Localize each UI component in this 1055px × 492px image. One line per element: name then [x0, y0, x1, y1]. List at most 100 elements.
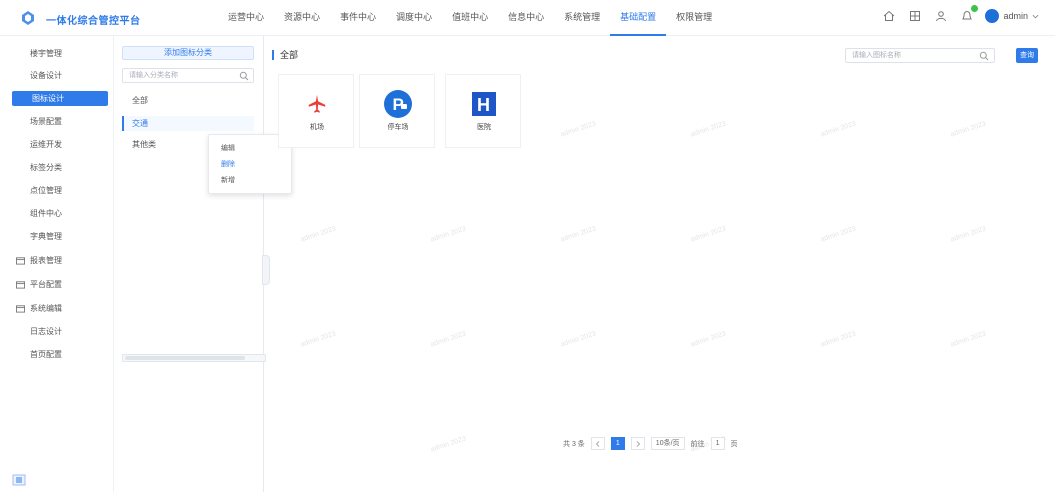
icon-card[interactable]: P 停车场: [359, 74, 435, 148]
sidebar-item-log-design[interactable]: 日志设计: [12, 324, 108, 339]
sidebar-item-label: 平台配置: [30, 280, 62, 289]
chevron-right-icon: [636, 440, 641, 447]
context-menu-add[interactable]: 新增: [221, 175, 235, 187]
sidebar-item-component-center[interactable]: 组件中心: [12, 206, 108, 221]
watermark: admin 2023: [949, 120, 987, 139]
sidebar-item-icon-design[interactable]: 图标设计: [12, 91, 108, 106]
watermark: admin 2023: [429, 225, 467, 244]
sidebar-item-point-manage[interactable]: 点位管理: [12, 183, 108, 198]
watermark: admin 2023: [559, 225, 597, 244]
goto-page-input[interactable]: 1: [710, 437, 725, 450]
hospital-icon: H: [469, 89, 499, 119]
icon-card-label: 机场: [310, 124, 324, 131]
grid-icon[interactable]: [907, 8, 923, 24]
user-name: admin: [1003, 11, 1028, 21]
notification-badge: [971, 5, 979, 12]
svg-text:H: H: [477, 95, 490, 115]
nav-item-dispatch[interactable]: 调度中心: [386, 0, 442, 36]
watermark: admin 2023: [819, 225, 857, 244]
nav-item-permissions[interactable]: 权限管理: [666, 0, 722, 36]
icon-card[interactable]: H 医院: [445, 74, 521, 148]
sidebar-item-label: 报表管理: [30, 256, 62, 265]
pagination: 共 3 条 1 10条/页 前往 1 页: [563, 437, 738, 450]
sidebar-item-home-config[interactable]: 首页配置: [12, 347, 108, 362]
chevron-left-icon: [595, 440, 600, 447]
watermark: admin 2023: [689, 225, 727, 244]
category-search-placeholder: 请输入分类名称: [129, 72, 178, 79]
nav-item-operations[interactable]: 运营中心: [218, 0, 274, 36]
sidebar-item-ops-dev[interactable]: 运维开发: [12, 137, 108, 152]
next-page-button[interactable]: [630, 437, 645, 450]
page-number-button[interactable]: 1: [610, 437, 625, 450]
category-tree-item-traffic[interactable]: 交通: [122, 116, 254, 131]
sidebar-item-dictionary[interactable]: 字典管理: [12, 229, 108, 244]
avatar: [985, 9, 1000, 23]
icon-card-label: 停车场: [387, 124, 409, 131]
watermark: admin 2023: [429, 435, 467, 454]
watermark: admin 2023: [299, 330, 337, 349]
sidebar-item-device-design[interactable]: 设备设计: [12, 68, 108, 83]
goto-label: 前往: [690, 440, 705, 448]
notification-icon[interactable]: [959, 5, 979, 24]
search-icon[interactable]: [239, 71, 249, 81]
icon-card[interactable]: 机场: [278, 74, 354, 148]
horizontal-scrollbar[interactable]: [122, 354, 266, 362]
icon-search-placeholder: 请输入图标名称: [852, 52, 901, 59]
icon-search-input[interactable]: 请输入图标名称: [845, 48, 995, 63]
section-title: 全部: [272, 50, 298, 60]
category-panel: 添加图标分类 请输入分类名称 全部 交通 其他类: [114, 36, 266, 492]
main-content: admin 2023 admin 2023 admin 2023 admin 2…: [270, 36, 1055, 492]
search-icon[interactable]: [979, 51, 989, 61]
watermark: admin 2023: [819, 120, 857, 139]
sidebar-item-platform-config[interactable]: 平台配置: [12, 277, 108, 292]
watermark: admin 2023: [819, 330, 857, 349]
nav-item-info[interactable]: 信息中心: [498, 0, 554, 36]
header-tools: admin: [881, 5, 1039, 24]
sidebar-item-label: 系统编辑: [30, 304, 62, 313]
logo-icon: [22, 11, 34, 25]
sidebar-item-reports[interactable]: 报表管理: [12, 253, 108, 268]
app-title: 一体化综合管控平台: [46, 16, 141, 27]
context-menu-edit[interactable]: 编辑: [221, 143, 235, 155]
panel-collapse-handle[interactable]: [262, 255, 270, 285]
sidebar-item-building[interactable]: 楼宇管理: [12, 46, 108, 61]
page-size-select[interactable]: 10条/页: [650, 437, 685, 450]
nav-item-duty[interactable]: 值班中心: [442, 0, 498, 36]
scrollbar-thumb[interactable]: [125, 356, 245, 360]
user-menu[interactable]: admin: [985, 9, 1039, 23]
watermark: admin 2023: [949, 225, 987, 244]
nav-item-events[interactable]: 事件中心: [330, 0, 386, 36]
collapse-menu-icon[interactable]: [12, 474, 26, 486]
sidebar-item-tag-category[interactable]: 标签分类: [12, 160, 108, 175]
query-button[interactable]: 查询: [1016, 48, 1038, 63]
pagination-total: 共 3 条: [563, 440, 585, 448]
parking-icon: P: [383, 89, 413, 119]
goto-suffix: 页: [730, 440, 738, 448]
category-search-input[interactable]: 请输入分类名称: [122, 68, 254, 83]
home-icon[interactable]: [881, 8, 897, 24]
watermark: admin 2023: [429, 330, 467, 349]
sidebar-item-system-edit[interactable]: 系统编辑: [12, 301, 108, 316]
watermark: admin 2023: [689, 330, 727, 349]
watermark: admin 2023: [689, 120, 727, 139]
prev-page-button[interactable]: [590, 437, 605, 450]
nav-item-basic-config[interactable]: 基础配置: [610, 0, 667, 36]
folder-icon: [16, 257, 25, 265]
user-settings-icon[interactable]: [933, 8, 949, 24]
chevron-down-icon: [1032, 14, 1039, 18]
folder-icon: [16, 281, 25, 289]
nav-item-system[interactable]: 系统管理: [554, 0, 610, 36]
context-menu-delete[interactable]: 删除: [221, 159, 235, 171]
top-navigation: 运营中心 资源中心 事件中心 调度中心 值班中心 信息中心 系统管理 基础配置 …: [218, 0, 722, 36]
page-size-value: 10条/页: [655, 440, 680, 447]
category-tree-item-all[interactable]: 全部: [122, 93, 254, 108]
icon-card-label: 医院: [477, 124, 491, 131]
watermark: admin 2023: [299, 225, 337, 244]
sidebar-item-scene-config[interactable]: 场景配置: [12, 114, 108, 129]
watermark: admin 2023: [949, 330, 987, 349]
nav-item-resources[interactable]: 资源中心: [274, 0, 330, 36]
add-category-button[interactable]: 添加图标分类: [122, 46, 254, 60]
airplane-icon: [302, 89, 332, 119]
top-header: 一体化综合管控平台 运营中心 资源中心 事件中心 调度中心 值班中心 信息中心 …: [0, 0, 1055, 36]
watermark: admin 2023: [559, 330, 597, 349]
